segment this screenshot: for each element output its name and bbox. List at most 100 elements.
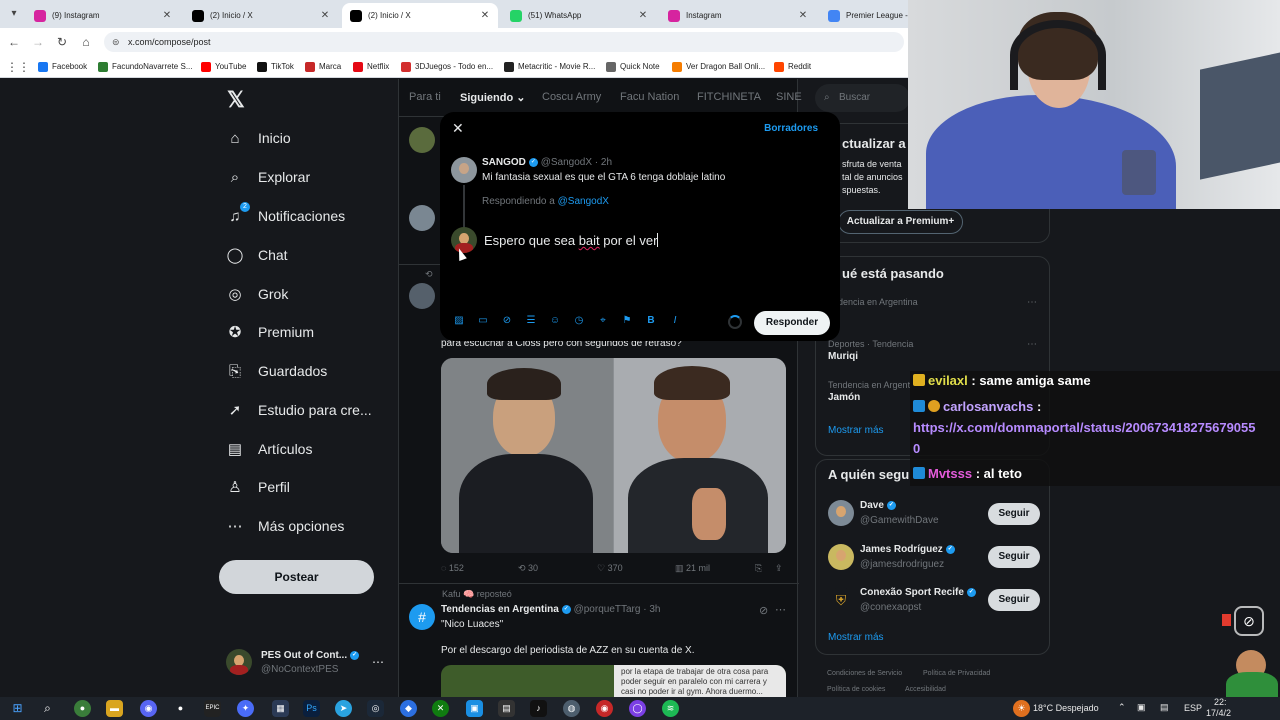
bookmark[interactable]: Netflix — [353, 60, 389, 74]
bookmark[interactable]: Ver Dragon Ball Onli... — [672, 60, 765, 74]
tray-chevron-icon[interactable]: ⌃ — [1118, 702, 1126, 713]
close-icon[interactable]: ✕ — [452, 120, 464, 137]
tab-sine[interactable]: SINE — [776, 91, 802, 103]
bookmark-icon[interactable]: ⎘ — [755, 563, 762, 574]
location-icon[interactable]: ⌖ — [596, 314, 610, 328]
poll-icon[interactable]: ☰ — [524, 314, 538, 328]
grok-icon[interactable]: ⊘ — [500, 314, 514, 328]
footer-link[interactable]: Condiciones de Servicio — [827, 670, 902, 677]
clock-time[interactable]: 22: — [1214, 697, 1227, 707]
bookmark[interactable]: FacundoNavarrete S... — [98, 60, 192, 74]
image-icon[interactable]: ▨ — [452, 314, 466, 328]
search-icon[interactable]: ⌕ — [39, 700, 56, 717]
trend-name[interactable]: Jamón — [828, 392, 860, 403]
sidebar-item-inicio[interactable]: ⌂ Inicio — [226, 124, 290, 152]
bookmark[interactable]: Facebook — [38, 60, 87, 74]
browser-tab[interactable]: (9) Instagram ✕ — [26, 3, 180, 28]
follow-button[interactable]: Seguir — [988, 546, 1040, 568]
repost-button[interactable]: ⟲ 30 — [518, 563, 538, 574]
more-icon[interactable]: ⋯ — [1027, 339, 1037, 350]
chrome-icon[interactable]: ● — [74, 700, 91, 717]
photoshop-icon[interactable]: Ps — [303, 700, 320, 717]
flag-icon[interactable]: ⚑ — [620, 314, 634, 328]
bookmark[interactable]: Marca — [305, 60, 341, 74]
apps-icon[interactable]: ⋮⋮ — [6, 59, 30, 75]
discord-icon[interactable]: ◉ — [140, 700, 157, 717]
share-icon[interactable]: ⇪ — [775, 563, 783, 574]
grok-icon[interactable]: ⊘ — [759, 604, 768, 617]
hashtag-avatar-icon[interactable]: # — [409, 604, 435, 630]
like-button[interactable]: ♡ 370 — [597, 563, 623, 574]
sidebar-item-estudio[interactable]: ➚ Estudio para cre... — [226, 396, 372, 424]
sidebar-item-chat[interactable]: ◯ Chat — [226, 241, 288, 269]
tiktok-icon[interactable]: ♪ — [530, 700, 547, 717]
show-more-link[interactable]: Mostrar más — [828, 632, 884, 643]
browser-tab[interactable]: Premier League - B — [820, 3, 910, 28]
tweet-media[interactable] — [441, 358, 786, 553]
windows-start-icon[interactable]: ⊞ — [9, 700, 26, 717]
app-icon[interactable]: ◯ — [629, 700, 646, 717]
upgrade-premium-button[interactable]: Actualizar a Premium+ — [838, 210, 963, 234]
app-icon[interactable]: ▣ — [466, 700, 483, 717]
footer-link[interactable]: Política de Privacidad — [923, 670, 990, 677]
xbox-icon[interactable]: ✕ — [432, 700, 449, 717]
reply-button[interactable]: Responder — [754, 311, 830, 335]
steam-icon[interactable]: ◎ — [367, 700, 384, 717]
bookmark[interactable]: Reddit — [774, 60, 811, 74]
site-info-icon[interactable]: ⊜ — [112, 32, 120, 52]
editor-icon[interactable]: ▦ — [272, 700, 289, 717]
more-icon[interactable]: ⋯ — [372, 655, 384, 669]
close-icon[interactable]: ✕ — [796, 10, 810, 21]
close-icon[interactable]: ✕ — [636, 10, 650, 21]
avatar[interactable] — [828, 500, 854, 526]
close-icon[interactable]: ✕ — [318, 10, 332, 21]
weather-icon[interactable]: ☀ — [1013, 700, 1030, 717]
back-icon[interactable]: ← — [6, 34, 22, 50]
avatar[interactable] — [409, 127, 435, 153]
replying-to-handle[interactable]: @SangodX — [558, 196, 609, 207]
app-tray-icon[interactable]: ▣ — [1137, 702, 1146, 713]
close-icon[interactable]: ✕ — [478, 10, 492, 21]
show-more-link[interactable]: Mostrar más — [828, 425, 884, 436]
tab-search-icon[interactable]: ▾ — [4, 4, 24, 24]
post-button[interactable]: Postear — [219, 560, 374, 594]
sidebar-item-guardados[interactable]: ⎘ Guardados — [226, 357, 327, 385]
tab-para-ti[interactable]: Para ti — [409, 91, 441, 103]
follow-button[interactable]: Seguir — [988, 503, 1040, 525]
spotify-icon[interactable]: ≋ — [662, 700, 679, 717]
more-icon[interactable]: ⋯ — [775, 603, 786, 616]
sidebar-item-explorar[interactable]: ⌕ Explorar — [226, 163, 310, 191]
emoji-icon[interactable]: ☺ — [548, 314, 562, 328]
app-icon[interactable]: ◉ — [596, 700, 613, 717]
bookmark[interactable]: 3DJuegos - Todo en... — [401, 60, 493, 74]
telegram-icon[interactable]: ➤ — [335, 700, 352, 717]
more-icon[interactable]: ⋯ — [1027, 297, 1037, 308]
language-indicator[interactable]: ESP — [1184, 703, 1202, 713]
browser-tab[interactable]: Instagram ✕ — [660, 3, 816, 28]
app-icon[interactable]: ◍ — [563, 700, 580, 717]
sidebar-item-notificaciones[interactable]: ♫ 2 Notificaciones — [226, 202, 345, 230]
footer-link[interactable]: Política de cookies — [827, 686, 885, 693]
bookmark[interactable]: Quick Note — [606, 60, 660, 74]
forward-icon[interactable]: → — [30, 34, 46, 50]
follow-button[interactable]: Seguir — [988, 589, 1040, 611]
close-icon[interactable]: ✕ — [160, 10, 174, 21]
reply-button[interactable]: ◌ 152 — [441, 563, 464, 573]
footer-link[interactable]: Accesibilidad — [905, 686, 946, 693]
search-input[interactable]: ⌕ Buscar — [815, 84, 910, 112]
battlenet-icon[interactable]: ✦ — [237, 700, 254, 717]
obs-icon[interactable]: ● — [172, 700, 189, 717]
tab-coscu-army[interactable]: Coscu Army — [542, 91, 601, 103]
bookmark[interactable]: YouTube — [201, 60, 246, 74]
sidebar-item-articulos[interactable]: ▤ Artículos — [226, 435, 313, 463]
tab-fitchineta[interactable]: FITCHINETA — [697, 91, 761, 103]
avatar[interactable] — [409, 283, 435, 309]
browser-tab[interactable]: (51) WhatsApp ✕ — [502, 3, 656, 28]
file-explorer-icon[interactable]: ▬ — [106, 700, 123, 717]
account-switcher[interactable]: PES Out of Cont... ✓ @NoContextPES ⋯ — [226, 647, 396, 687]
gif-icon[interactable]: ▭ — [476, 314, 490, 328]
avatar[interactable] — [409, 205, 435, 231]
x-logo-icon[interactable]: 𝕏 — [227, 87, 245, 113]
trend-name[interactable]: Muriqi — [828, 351, 858, 362]
bookmark[interactable]: Metacritic - Movie R... — [504, 60, 595, 74]
